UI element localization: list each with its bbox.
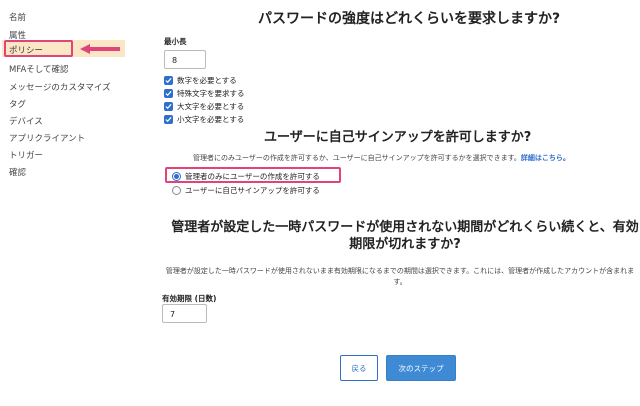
- expiry-days-label: 有効期限 (日数): [162, 294, 217, 303]
- require-special-checkbox[interactable]: 特殊文字を要求する: [164, 88, 245, 99]
- next-step-button[interactable]: 次のステップ: [386, 355, 456, 381]
- require-lowercase-checkbox[interactable]: 小文字を必要とする: [164, 114, 244, 125]
- expiry-description: 管理者が設定した一時パスワードが使用されないまま有効期限になるまでの期間は選択で…: [165, 267, 635, 286]
- sidebar-item-name[interactable]: 名前: [9, 11, 26, 23]
- signup-section-title: ユーザーに自己サインアップを許可しますか?: [264, 130, 532, 145]
- sidebar-item-app-clients[interactable]: アプリクライアント: [9, 132, 85, 144]
- checkbox-checked-icon: [164, 89, 173, 98]
- checkbox-label: 特殊文字を要求する: [177, 89, 245, 98]
- sidebar-item-triggers[interactable]: トリガー: [9, 149, 43, 161]
- expiry-days-input[interactable]: 7: [162, 304, 207, 323]
- signup-description-text: 管理者にのみユーザーの作成を許可するか、ユーザーに自己サインアップを許可するかを…: [193, 154, 521, 162]
- admin-only-radio[interactable]: 管理者のみにユーザーの作成を許可する: [172, 171, 320, 182]
- self-signup-radio[interactable]: ユーザーに自己サインアップを許可する: [172, 185, 320, 196]
- min-length-label: 最小長: [164, 37, 187, 46]
- require-uppercase-checkbox[interactable]: 大文字を必要とする: [164, 101, 244, 112]
- checkbox-checked-icon: [164, 102, 173, 111]
- checkbox-checked-icon: [164, 115, 173, 124]
- checkbox-label: 数字を必要とする: [177, 76, 237, 85]
- radio-selected-icon: [172, 172, 181, 181]
- sidebar-item-review[interactable]: 確認: [9, 166, 26, 178]
- annotation-arrow-icon: [80, 44, 120, 54]
- password-section-title: パスワードの強度はどれくらいを要求しますか?: [258, 11, 561, 27]
- sidebar-item-devices[interactable]: デバイス: [9, 115, 43, 127]
- annotation-box-policies: [4, 40, 73, 57]
- learn-more-link[interactable]: 詳細はこちら。: [521, 154, 570, 162]
- radio-unselected-icon: [172, 186, 181, 195]
- sidebar-item-mfa[interactable]: MFAそして確認: [9, 63, 69, 75]
- sidebar: 名前 属性 ポリシー MFAそして確認 メッセージのカスタマイズ タグ デバイス…: [0, 0, 125, 406]
- checkbox-label: 小文字を必要とする: [177, 115, 245, 124]
- radio-label: 管理者のみにユーザーの作成を許可する: [185, 172, 320, 181]
- back-button[interactable]: 戻る: [340, 355, 378, 381]
- sidebar-item-tags[interactable]: タグ: [9, 98, 26, 110]
- sidebar-item-messages[interactable]: メッセージのカスタマイズ: [9, 81, 111, 93]
- checkbox-checked-icon: [164, 76, 173, 85]
- checkbox-label: 大文字を必要とする: [177, 102, 245, 111]
- min-length-input[interactable]: 8: [164, 50, 206, 69]
- expiry-section-title: 管理者が設定した一時パスワードが使用されない期間がどれくらい続くと、有効期限が切…: [171, 220, 639, 252]
- radio-label: ユーザーに自己サインアップを許可する: [185, 186, 320, 195]
- require-numbers-checkbox[interactable]: 数字を必要とする: [164, 75, 237, 86]
- signup-description: 管理者にのみユーザーの作成を許可するか、ユーザーに自己サインアップを許可するかを…: [193, 153, 570, 163]
